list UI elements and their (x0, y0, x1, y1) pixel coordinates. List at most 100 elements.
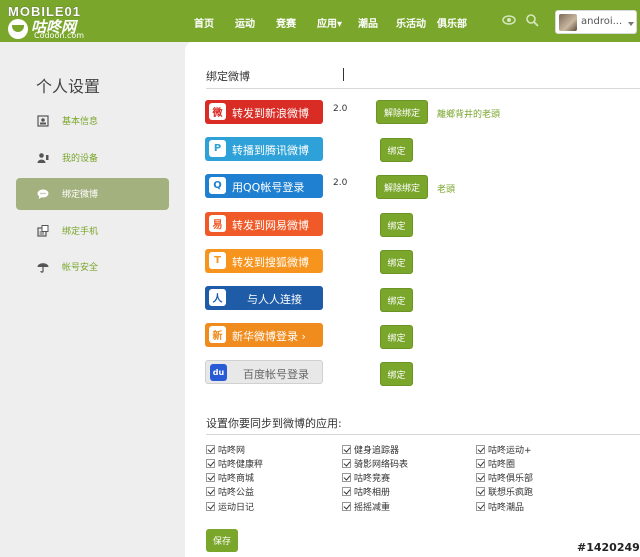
divider (206, 88, 640, 89)
checkbox[interactable] (206, 473, 215, 482)
codoon-logo-icon (8, 19, 28, 39)
checkbox[interactable] (342, 459, 351, 468)
user-menu[interactable]: androi... (555, 10, 637, 34)
sync-app-option[interactable]: 咕咚相册 (342, 485, 390, 498)
sync-app-option[interactable]: 摇摇减重 (342, 500, 390, 513)
umbrella-icon (37, 263, 49, 273)
search-icon[interactable] (525, 13, 539, 27)
checkbox[interactable] (342, 445, 351, 454)
checkbox-label: 摇摇减重 (354, 503, 391, 513)
bound-account[interactable]: 離鄉背井的老頭 (437, 107, 500, 120)
service-version: 2.0 (333, 178, 348, 188)
service-label: 百度帐号登录 (243, 368, 309, 381)
sync-app-option[interactable]: 咕咚健康秤 (206, 457, 263, 470)
checkbox[interactable] (342, 487, 351, 496)
sync-app-option[interactable]: 运动日记 (206, 500, 254, 513)
sync-app-option[interactable]: 咕咚运动+ (476, 443, 532, 456)
checkbox[interactable] (476, 459, 485, 468)
sidebar-title: 个人设置 (36, 77, 101, 96)
nav-clubs[interactable]: 俱乐部 (437, 15, 467, 30)
sync-app-option[interactable]: 咕咚潮品 (476, 500, 524, 513)
sync-app-option[interactable]: 咕咚圈 (476, 457, 515, 470)
nav-home[interactable]: 首页 (194, 15, 214, 30)
baidu-icon: du (210, 364, 227, 381)
nav-events[interactable]: 乐活动 (396, 15, 426, 30)
sync-app-option[interactable]: 联想乐疯跑 (476, 485, 533, 498)
checkbox[interactable] (476, 473, 485, 482)
renren-icon: 人 (209, 289, 226, 306)
sidebar-item-weibo[interactable]: 绑定微博 (16, 178, 169, 210)
user-device-icon (37, 153, 49, 163)
page-title: 绑定微博 (206, 70, 250, 83)
checkbox[interactable] (476, 445, 485, 454)
sync-app-option[interactable]: 咕咚公益 (206, 485, 254, 498)
watermark: #1420249 (577, 541, 640, 554)
checkbox-label: 咕咚健康秤 (218, 460, 264, 470)
sync-app-option[interactable]: 咕咚竞赛 (342, 471, 390, 484)
checkbox-label: 咕咚相册 (354, 488, 391, 498)
bind-button[interactable]: 绑定 (380, 138, 413, 162)
chat-bubble-icon (37, 189, 49, 199)
netease-weibo-button[interactable]: 易 转发到网易微博 (205, 212, 323, 236)
site-logo[interactable]: MOBILE01 咕咚网 Codoon.com (8, 4, 128, 40)
bind-button[interactable]: 绑定 (380, 213, 413, 237)
checkbox[interactable] (206, 502, 215, 511)
eye-icon[interactable] (502, 13, 516, 27)
qq-icon: Q (209, 177, 226, 194)
phone-icon (37, 225, 49, 237)
sync-app-option[interactable]: 咕咚网 (206, 443, 245, 456)
unbind-button[interactable]: 解除绑定 (376, 175, 428, 199)
chevron-down-icon (628, 22, 634, 26)
save-button[interactable]: 保存 (206, 529, 238, 552)
xinhua-weibo-button[interactable]: 新 新华微博登录 › (205, 323, 323, 347)
sync-app-option[interactable]: 骑影网络码表 (342, 457, 408, 470)
checkbox[interactable] (476, 487, 485, 496)
nav-apps[interactable]: 应用▾ (317, 15, 342, 30)
checkbox[interactable] (206, 487, 215, 496)
renren-connect-button[interactable]: 人 与人人连接 (205, 286, 323, 310)
divider (206, 434, 640, 435)
avatar (559, 14, 577, 31)
checkbox-label: 健身追踪器 (354, 446, 400, 456)
checkbox[interactable] (342, 473, 351, 482)
sidebar-item-security[interactable]: 帐号安全 (16, 251, 169, 283)
nav-sport[interactable]: 运动 (235, 15, 255, 30)
sidebar-item-profile[interactable]: 基本信息 (16, 105, 169, 137)
sidebar: 个人设置 基本信息 我的设备 绑定微博 绑定手机 帐号安全 (0, 42, 185, 557)
qq-login-button[interactable]: Q 用QQ帐号登录 (205, 174, 323, 198)
bind-button[interactable]: 绑定 (380, 325, 413, 349)
nav-products[interactable]: 潮品 (358, 15, 378, 30)
logo-english-text: Codoon.com (34, 31, 85, 40)
sina-weibo-button[interactable]: 微 转发到新浪微博 (205, 100, 323, 124)
sync-app-option[interactable]: 咕咚商城 (206, 471, 254, 484)
bind-button[interactable]: 绑定 (380, 362, 413, 386)
sync-app-option[interactable]: 咕咚俱乐部 (476, 471, 533, 484)
checkbox[interactable] (476, 502, 485, 511)
service-label: 转发到新浪微博 (232, 107, 309, 120)
checkbox[interactable] (206, 445, 215, 454)
sidebar-item-phone[interactable]: 绑定手机 (16, 215, 169, 247)
sync-app-option[interactable]: 健身追踪器 (342, 443, 399, 456)
service-label: 转播到腾讯微博 (232, 144, 309, 157)
checkbox-label: 运动日记 (218, 503, 255, 513)
checkbox-label: 骑影网络码表 (354, 460, 409, 470)
sidebar-item-devices[interactable]: 我的设备 (16, 142, 169, 174)
sohu-weibo-button[interactable]: T 转发到搜狐微博 (205, 249, 323, 273)
checkbox-label: 咕咚网 (218, 446, 246, 456)
unbind-button[interactable]: 解除绑定 (376, 100, 428, 124)
sina-weibo-icon: 微 (209, 103, 226, 120)
sidebar-item-label: 基本信息 (62, 117, 99, 127)
bind-button[interactable]: 绑定 (380, 250, 413, 274)
baidu-login-button[interactable]: du 百度帐号登录 (205, 360, 323, 384)
user-name: androi... (581, 16, 623, 27)
xinhua-icon: 新 (209, 326, 226, 343)
checkbox[interactable] (206, 459, 215, 468)
main-panel: 绑定微博 微 转发到新浪微博 2.0 解除绑定 離鄉背井的老頭 P 转播到腾讯微… (185, 42, 640, 557)
bound-account[interactable]: 老頭 (437, 182, 455, 195)
checkbox-label: 咕咚圈 (488, 460, 516, 470)
nav-race[interactable]: 竞赛 (276, 15, 296, 30)
tencent-weibo-button[interactable]: P 转播到腾讯微博 (205, 137, 323, 161)
sync-section-title: 设置你要同步到微博的应用: (206, 417, 342, 430)
bind-button[interactable]: 绑定 (380, 288, 413, 312)
checkbox[interactable] (342, 502, 351, 511)
